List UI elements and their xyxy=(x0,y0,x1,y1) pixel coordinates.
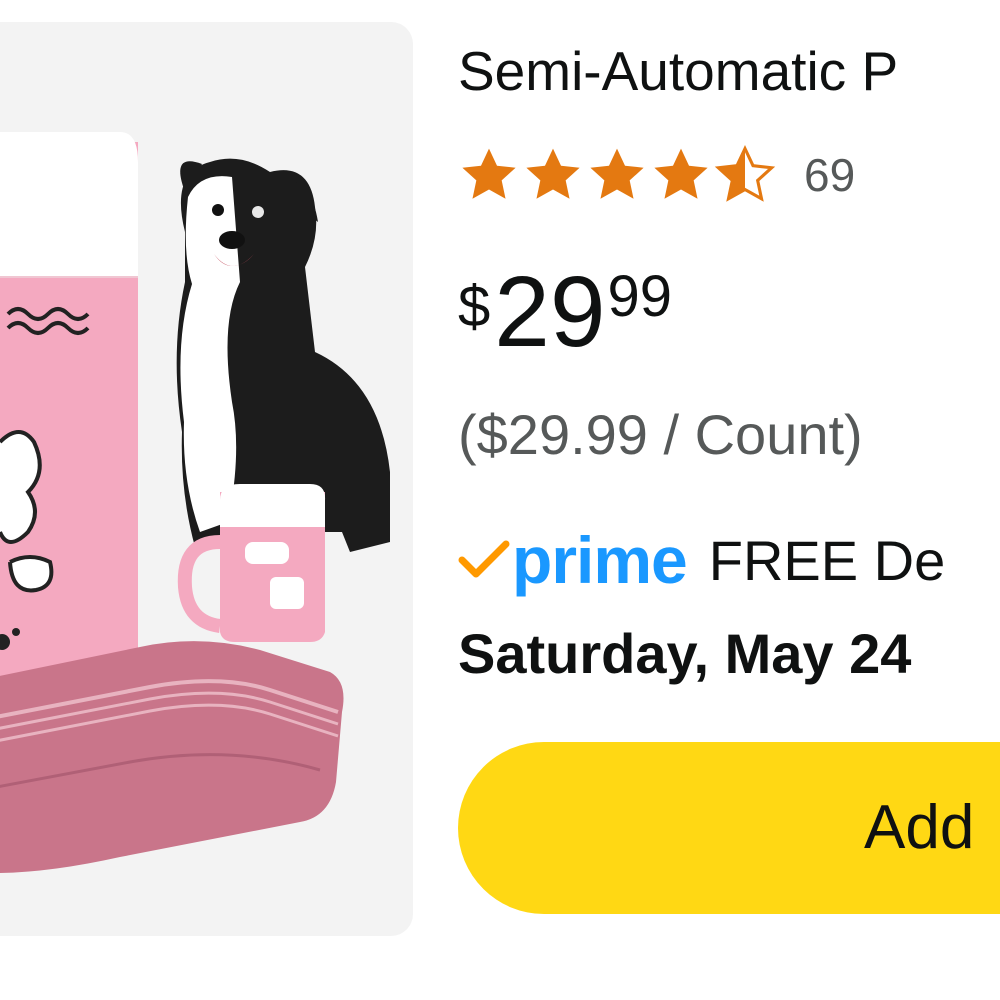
prime-logo: prime xyxy=(458,520,688,600)
price: $ 29 99 xyxy=(458,262,672,372)
prime-label: prime xyxy=(512,523,688,597)
star-full-icon xyxy=(654,148,708,199)
star-rating[interactable] xyxy=(458,144,778,206)
star-full-icon xyxy=(526,148,580,199)
add-to-cart-button[interactable]: Add xyxy=(458,742,1000,914)
star-full-icon xyxy=(590,148,644,199)
product-page: Semi-Automatic P 69 $ 29 99 ($29.99 / Co… xyxy=(0,0,1000,1000)
product-image[interactable] xyxy=(0,22,413,936)
rating-row[interactable]: 69 xyxy=(458,140,855,210)
add-to-cart-label: Add xyxy=(864,793,975,862)
product-photo xyxy=(0,132,390,873)
product-details: Semi-Automatic P 69 $ 29 99 ($29.99 / Co… xyxy=(458,0,1000,1000)
rating-count[interactable]: 69 xyxy=(804,148,855,202)
unit-price: ($29.99 / Count) xyxy=(458,403,863,466)
product-title[interactable]: Semi-Automatic P xyxy=(458,36,898,106)
free-delivery-label: FREE De xyxy=(708,528,946,592)
price-fraction: 99 xyxy=(607,264,673,329)
price-whole: 29 xyxy=(494,256,606,368)
prime-check-icon xyxy=(458,540,510,578)
star-full-icon xyxy=(462,148,516,199)
star-half-icon xyxy=(714,145,776,202)
delivery-date: Saturday, May 24 xyxy=(458,622,912,685)
delivery-row: prime FREE De xyxy=(458,515,945,605)
price-currency-symbol: $ xyxy=(458,274,491,339)
